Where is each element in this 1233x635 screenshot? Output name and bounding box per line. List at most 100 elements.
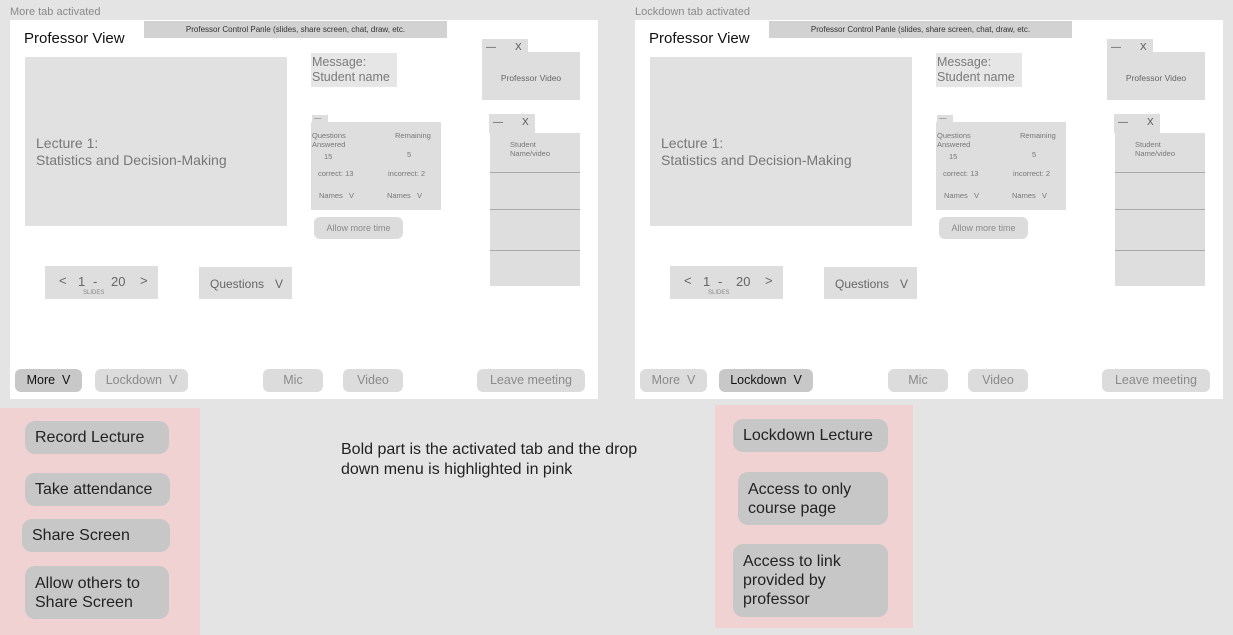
chevron-down-icon: V bbox=[168, 373, 178, 387]
student-video-list: Student Name/video bbox=[1115, 133, 1205, 286]
correct-count: correct: 13 bbox=[943, 169, 979, 178]
divider bbox=[1115, 172, 1205, 173]
minimize-icon[interactable]: — bbox=[1118, 117, 1128, 128]
page-title: Professor View bbox=[649, 30, 750, 47]
minimize-icon[interactable]: — bbox=[493, 117, 503, 128]
video-button[interactable]: Video bbox=[968, 369, 1028, 392]
share-screen-button[interactable]: Share Screen bbox=[22, 519, 170, 552]
allow-more-time-button[interactable]: Allow more time bbox=[939, 217, 1028, 239]
previous-slide-icon[interactable]: < bbox=[684, 273, 692, 288]
minimize-icon: — bbox=[939, 113, 947, 122]
student-message[interactable]: Message: Student name bbox=[311, 53, 397, 87]
access-professor-link-button[interactable]: Access to link provided by professor bbox=[733, 544, 888, 617]
chevron-down-icon: V bbox=[275, 277, 284, 291]
divider bbox=[490, 172, 580, 173]
allow-others-share-screen-button[interactable]: Allow others to Share Screen bbox=[25, 566, 169, 619]
more-tab[interactable]: More V bbox=[640, 369, 707, 392]
remaining-label: Remaining bbox=[1020, 131, 1056, 140]
divider bbox=[490, 209, 580, 210]
next-slide-icon[interactable]: > bbox=[765, 273, 773, 288]
names-dropdown-incorrect[interactable]: Names V bbox=[387, 191, 422, 200]
chevron-down-icon: V bbox=[900, 277, 909, 291]
slide-separator: - bbox=[93, 274, 98, 289]
remaining-count: 5 bbox=[407, 150, 412, 159]
questions-dropdown[interactable]: Questions V bbox=[824, 267, 917, 299]
leave-meeting-button[interactable]: Leave meeting bbox=[1102, 369, 1210, 392]
chevron-down-icon: V bbox=[974, 191, 980, 200]
more-dropdown-menu: Record Lecture Take attendance Share Scr… bbox=[0, 408, 200, 635]
divider bbox=[1115, 209, 1205, 210]
control-panel-bar[interactable]: Professor Control Panle (slides, share s… bbox=[144, 21, 447, 38]
names-dropdown-correct[interactable]: Names V bbox=[319, 191, 354, 200]
questions-dropdown[interactable]: Questions V bbox=[199, 267, 292, 299]
record-lecture-button[interactable]: Record Lecture bbox=[25, 421, 169, 454]
left-caption: More tab activated bbox=[10, 6, 101, 18]
professor-video-label: Professor Video bbox=[500, 73, 562, 83]
divider bbox=[1115, 250, 1205, 251]
incorrect-count: incorrect: 2 bbox=[388, 169, 426, 178]
lecture-title: Statistics and Decision-Making bbox=[36, 152, 227, 168]
correct-count: correct: 13 bbox=[318, 169, 354, 178]
previous-slide-icon[interactable]: < bbox=[59, 273, 67, 288]
annotation-note: Bold part is the activated tab and the d… bbox=[341, 441, 638, 478]
lecture-slide: Lecture 1: Statistics and Decision-Makin… bbox=[25, 57, 287, 226]
chevron-down-icon: V bbox=[793, 373, 802, 387]
access-course-page-button[interactable]: Access to only course page bbox=[738, 472, 888, 525]
slides-label: SLIDES bbox=[708, 290, 730, 296]
lockdown-lecture-button[interactable]: Lockdown Lecture bbox=[733, 419, 888, 452]
current-slide-number: 1 bbox=[703, 274, 711, 289]
close-icon[interactable]: X bbox=[1147, 117, 1154, 128]
student-video-window-controls: — X bbox=[489, 114, 535, 133]
questions-answered-label: Questions Answered bbox=[937, 131, 971, 149]
message-student-name: Student name bbox=[312, 70, 390, 84]
close-icon[interactable]: X bbox=[522, 117, 529, 128]
minimize-icon: — bbox=[314, 113, 322, 122]
student-message[interactable]: Message: Student name bbox=[936, 53, 1022, 87]
left-professor-view: Professor Control Panle (slides, share s… bbox=[10, 20, 598, 399]
student-video-label: Student Name/video bbox=[510, 140, 551, 158]
student-video-list: Student Name/video bbox=[490, 133, 580, 286]
lecture-title: Statistics and Decision-Making bbox=[661, 152, 852, 168]
more-tab[interactable]: More V bbox=[15, 369, 82, 392]
page-title: Professor View bbox=[24, 30, 125, 47]
chevron-down-icon: V bbox=[349, 191, 355, 200]
names-dropdown-correct[interactable]: Names V bbox=[944, 191, 979, 200]
chevron-down-icon: V bbox=[417, 191, 423, 200]
message-label: Message: bbox=[937, 55, 992, 69]
student-video-window-controls: — X bbox=[1114, 114, 1160, 133]
mic-button[interactable]: Mic bbox=[888, 369, 948, 392]
names-dropdown-incorrect[interactable]: Names V bbox=[1012, 191, 1047, 200]
slide-navigator: < 1 - 20 > SLIDES bbox=[45, 266, 158, 299]
total-slides: 20 bbox=[111, 274, 126, 289]
current-slide-number: 1 bbox=[78, 274, 86, 289]
lecture-number: Lecture 1: bbox=[661, 135, 724, 151]
lecture-slide: Lecture 1: Statistics and Decision-Makin… bbox=[650, 57, 912, 226]
right-professor-view: Professor Control Panle (slides, share s… bbox=[635, 20, 1223, 399]
lockdown-tab[interactable]: Lockdown V bbox=[719, 369, 813, 392]
questions-label: Questions bbox=[210, 277, 265, 291]
mic-button[interactable]: Mic bbox=[263, 369, 323, 392]
take-attendance-button[interactable]: Take attendance bbox=[25, 473, 170, 506]
answered-count: 15 bbox=[324, 152, 333, 161]
remaining-label: Remaining bbox=[395, 131, 431, 140]
chevron-down-icon: V bbox=[1042, 191, 1048, 200]
divider bbox=[490, 250, 580, 251]
right-caption: Lockdown tab activated bbox=[635, 6, 750, 18]
question-stats-panel: Questions Answered Remaining 15 5 correc… bbox=[311, 122, 441, 210]
control-panel-bar[interactable]: Professor Control Panle (slides, share s… bbox=[769, 21, 1072, 38]
chevron-down-icon: V bbox=[62, 373, 71, 387]
next-slide-icon[interactable]: > bbox=[140, 273, 148, 288]
lecture-number: Lecture 1: bbox=[36, 135, 99, 151]
slides-label: SLIDES bbox=[83, 290, 105, 296]
video-button[interactable]: Video bbox=[343, 369, 403, 392]
incorrect-count: incorrect: 2 bbox=[1013, 169, 1051, 178]
question-stats-panel: Questions Answered Remaining 15 5 correc… bbox=[936, 122, 1066, 210]
chevron-down-icon: V bbox=[687, 373, 696, 387]
professor-video-label: Professor Video bbox=[1125, 73, 1187, 83]
leave-meeting-button[interactable]: Leave meeting bbox=[477, 369, 585, 392]
message-student-name: Student name bbox=[937, 70, 1015, 84]
slide-navigator: < 1 - 20 > SLIDES bbox=[670, 266, 783, 299]
professor-video: Professor Video bbox=[482, 52, 580, 100]
lockdown-tab[interactable]: Lockdown V bbox=[95, 369, 188, 392]
allow-more-time-button[interactable]: Allow more time bbox=[314, 217, 403, 239]
